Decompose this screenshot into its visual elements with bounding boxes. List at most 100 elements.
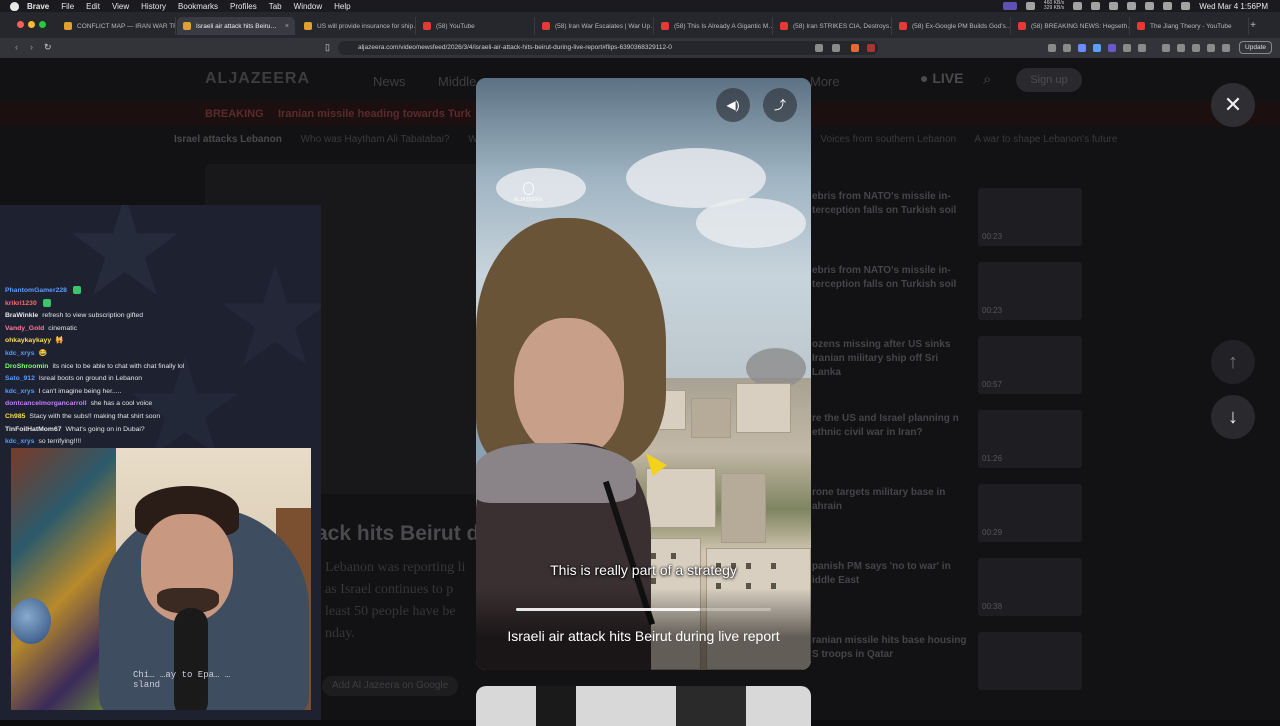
browser-tab[interactable]: US will provide insurance for ship… [298, 17, 416, 35]
wifi-icon[interactable] [1127, 2, 1137, 10]
browser-tab[interactable]: (58) Iran STRIKES CIA, Destroys… [774, 17, 892, 35]
media-icon[interactable] [1162, 44, 1170, 52]
extension-icon[interactable] [1093, 44, 1101, 52]
share-page-icon[interactable] [832, 44, 840, 52]
menu-edit[interactable]: Edit [86, 2, 100, 11]
chat-username[interactable]: PhantomGamer228 [5, 287, 67, 294]
breaking-text[interactable]: Iranian missile heading towards Turk [278, 108, 471, 120]
menu-bookmarks[interactable]: Bookmarks [178, 2, 218, 11]
share-icon[interactable]: ⤴ [763, 88, 797, 122]
topic-link[interactable]: A war to shape Lebanon's future [974, 134, 1117, 145]
zoom-icon[interactable] [815, 44, 823, 52]
menu-profiles[interactable]: Profiles [230, 2, 257, 11]
speaker-icon[interactable]: ◀) [716, 88, 750, 122]
apple-icon[interactable] [10, 1, 19, 11]
related-video-item[interactable]: rone targets military base in ahrain 00:2… [812, 484, 1082, 550]
nav-middle-east[interactable]: Middle [438, 74, 476, 89]
chat-username[interactable]: TinFoilHatMom67 [5, 426, 62, 433]
back-icon[interactable]: ‹ [15, 42, 18, 52]
extension-icon[interactable] [1063, 44, 1071, 52]
browser-tab[interactable]: CONFLICT MAP — IRAN WAR TR… [58, 17, 176, 35]
window-minimize-icon[interactable] [28, 21, 35, 28]
battery-icon[interactable] [1145, 2, 1155, 10]
chat-username[interactable]: kdc_xrys [5, 350, 34, 357]
site-logo[interactable]: ALJAZEERA [205, 70, 310, 88]
sidebar-icon[interactable] [1177, 44, 1185, 52]
related-video-item[interactable]: re the US and Israel planning n ethnic c… [812, 410, 1082, 476]
related-video-title[interactable]: panish PM says 'no to war' in iddle East [812, 560, 968, 588]
window-close-icon[interactable] [17, 21, 24, 28]
related-video-item[interactable]: ozens missing after US sinks Iranian mil… [812, 336, 1082, 402]
spotlight-icon[interactable] [1163, 2, 1173, 10]
control-center-icon[interactable] [1181, 2, 1191, 10]
chat-username[interactable]: kdc_xrys [5, 388, 34, 395]
chat-username[interactable]: krikri1230 [5, 300, 37, 307]
browser-tab[interactable]: (58) This Is Already A Gigantic M… [655, 17, 773, 35]
nav-more[interactable]: More [810, 74, 840, 89]
menu-tab[interactable]: Tab [269, 2, 282, 11]
chat-username[interactable]: ohkaykaykayy [5, 337, 51, 344]
menu-file[interactable]: File [61, 2, 74, 11]
extension-icon[interactable] [1048, 44, 1056, 52]
chat-username[interactable]: dontcancelmorgancarroll [5, 400, 87, 407]
arrow-up-icon[interactable]: ↑ [1211, 340, 1255, 384]
related-video-title[interactable]: ebris from NATO's missile in-terception … [812, 190, 968, 218]
add-on-google-button[interactable]: Add Al Jazeera on Google [322, 676, 459, 696]
arrow-down-icon[interactable]: ↓ [1211, 395, 1255, 439]
chat-username[interactable]: kdc_xrys [5, 438, 34, 445]
topic-link[interactable]: Voices from southern Lebanon [820, 134, 956, 145]
related-video-title[interactable]: ranian missile hits base housing S troop… [812, 634, 968, 662]
wallet-icon[interactable] [1207, 44, 1215, 52]
menu-window[interactable]: Window [294, 2, 322, 11]
browser-tab[interactable]: (58) YouTube [417, 17, 535, 35]
status-icon[interactable] [1109, 2, 1119, 10]
menu-app-name[interactable]: Brave [27, 2, 49, 11]
status-icon[interactable] [1073, 2, 1083, 10]
browser-tab[interactable]: Israeli air attack hits Beiru… × [177, 17, 295, 35]
chat-username[interactable]: Sato_912 [5, 375, 35, 382]
brave-rewards-icon[interactable] [867, 44, 875, 52]
menu-history[interactable]: History [141, 2, 166, 11]
topic-link[interactable]: Who was Haytham Ali Tabatabai? [301, 134, 450, 145]
menu-view[interactable]: View [112, 2, 129, 11]
extensions-icon[interactable] [1192, 44, 1200, 52]
related-video-title[interactable]: ozens missing after US sinks Iranian mil… [812, 338, 968, 380]
window-zoom-icon[interactable] [39, 21, 46, 28]
video-player[interactable]: ALJAZEERA ◀) ⤴ This is really part of a … [476, 78, 811, 670]
status-tool-icon[interactable] [1025, 2, 1035, 10]
extension-icon[interactable] [1078, 44, 1086, 52]
browser-tab[interactable]: The Jiang Theory - YouTube [1131, 17, 1249, 35]
live-link[interactable]: ● LIVE [920, 70, 963, 86]
status-app-icon[interactable] [1002, 2, 1017, 10]
next-video-card[interactable] [476, 686, 811, 726]
related-video-title[interactable]: re the US and Israel planning n ethnic c… [812, 412, 968, 440]
related-video-item[interactable]: ranian missile hits base housing S troop… [812, 632, 1082, 698]
forward-icon[interactable]: › [30, 42, 33, 52]
search-icon[interactable]: ⌕ [983, 71, 991, 88]
extension-icon[interactable] [1108, 44, 1116, 52]
clock[interactable]: Wed Mar 4 1:56PM [1199, 2, 1268, 11]
vpn-icon[interactable] [1222, 44, 1230, 52]
related-video-item[interactable]: ebris from NATO's missile in-terception … [812, 188, 1082, 254]
url-field[interactable]: aljazeera.com/video/newsfeed/2026/3/4/is… [338, 41, 878, 55]
related-video-thumbnail[interactable] [978, 632, 1082, 690]
signup-button[interactable]: Sign up [1016, 68, 1082, 92]
related-video-title[interactable]: ebris from NATO's missile in-terception … [812, 264, 968, 292]
chat-username[interactable]: Vandy_Gold [5, 325, 44, 332]
chat-username[interactable]: BraWinkle [5, 312, 38, 319]
menu-help[interactable]: Help [334, 2, 350, 11]
tab-close-icon[interactable]: × [285, 23, 289, 30]
browser-tab[interactable]: (58) BREAKING NEWS: Hegseth… [1012, 17, 1130, 35]
chat-username[interactable]: Ch985 [5, 413, 25, 420]
chat-username[interactable]: DroShroomin [5, 363, 48, 370]
topic-link[interactable]: Israel attacks Lebanon [174, 134, 282, 145]
close-icon[interactable]: ✕ [1211, 83, 1255, 127]
brave-shields-icon[interactable] [851, 44, 859, 52]
video-progress-bar[interactable] [516, 608, 771, 611]
new-tab-button[interactable]: + [1250, 20, 1256, 31]
related-video-item[interactable]: ebris from NATO's missile in-terception … [812, 262, 1082, 328]
reload-icon[interactable]: ↻ [44, 42, 52, 53]
status-icon[interactable] [1091, 2, 1101, 10]
extension-icon[interactable] [1138, 44, 1146, 52]
update-button[interactable]: Update [1239, 41, 1272, 54]
